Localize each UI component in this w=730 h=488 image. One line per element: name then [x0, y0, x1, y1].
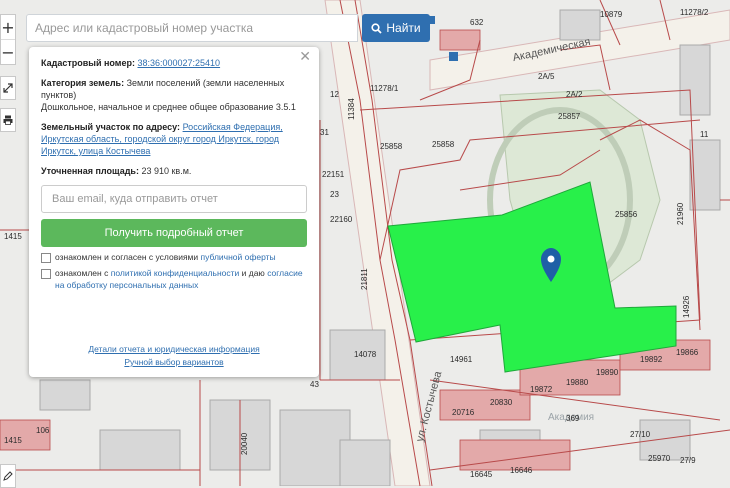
cadastral-number-link[interactable]: 38:36:000027:25410	[137, 58, 220, 68]
privacy-consent-row: ознакомлен с политикой конфиденциальност…	[41, 267, 307, 291]
parcel-number-label: 31	[320, 128, 329, 137]
parcel-number-label: 12	[330, 90, 339, 99]
parcel-number-label: 20040	[240, 432, 249, 455]
draw-tool-button[interactable]	[0, 464, 16, 488]
popup-footer-links: Детали отчета и юридическая информация Р…	[29, 343, 319, 369]
parcel-number-label: 19892	[640, 355, 663, 364]
privacy-consent-mid: и даю	[241, 268, 265, 278]
parcel-number-label: 369	[566, 414, 580, 423]
privacy-consent-text: ознакомлен с	[55, 268, 109, 278]
offer-consent-row: ознакомлен и согласен с условиями публич…	[41, 251, 307, 263]
search-button[interactable]: Найти	[362, 14, 430, 42]
cadastral-number-row: Кадастровый номер: 38:36:000027:25410	[41, 57, 307, 69]
parcel-number-label: 25858	[432, 140, 455, 149]
parcel-number-label: 20830	[490, 398, 513, 407]
parcel-number-label: 16646	[510, 466, 533, 475]
address-label: Земельный участок по адресу:	[41, 122, 181, 132]
category-label: Категория земель:	[41, 78, 125, 88]
parcel-number-label: 22160	[330, 215, 353, 224]
parcel-number-label: 14078	[354, 350, 377, 359]
parcel-number-label: 21811	[360, 268, 369, 290]
offer-consent-checkbox[interactable]	[41, 253, 51, 263]
parcel-number-label: 19880	[566, 378, 589, 387]
zoom-control: + −	[0, 14, 16, 65]
area-value: 23 910 кв.м.	[141, 166, 192, 176]
privacy-policy-link[interactable]: политикой конфиденциальности	[111, 268, 240, 278]
parcel-number-label: 2А/2	[566, 90, 583, 99]
parcel-number-label: 22151	[322, 170, 345, 179]
category-description: Дошкольное, начальное и среднее общее об…	[41, 102, 296, 112]
parcel-info-popup: ✕ Кадастровый номер: 38:36:000027:25410 …	[29, 47, 319, 377]
privacy-consent-checkbox[interactable]	[41, 269, 51, 279]
offer-consent-text: ознакомлен и согласен с условиями	[55, 252, 199, 262]
get-report-button[interactable]: Получить подробный отчет	[41, 219, 307, 247]
parcel-number-label: 25970	[648, 454, 671, 463]
parcel-number-label: 106	[36, 426, 50, 435]
parcel-number-label: 14926	[682, 295, 691, 318]
report-details-link[interactable]: Детали отчета и юридическая информация	[29, 343, 319, 356]
public-offer-link[interactable]: публичной оферты	[201, 252, 276, 262]
search-icon	[371, 22, 383, 34]
parcel-number-label: 11278/2	[680, 8, 709, 17]
parcel-number-label: 632	[470, 18, 484, 27]
search-input[interactable]	[27, 15, 357, 41]
parcel-number-label: 19890	[596, 368, 619, 377]
parcel-number-label: 23	[330, 190, 339, 199]
close-icon[interactable]: ✕	[299, 50, 311, 64]
print-icon	[3, 115, 13, 125]
parcel-number-label: 16645	[470, 470, 493, 479]
area-label: Уточненная площадь:	[41, 166, 139, 176]
parcel-number-label: 11278/1	[370, 84, 399, 93]
parcel-number-label: 11384	[347, 98, 356, 120]
search-bar	[26, 14, 358, 42]
parcel-number-label: 25856	[615, 210, 638, 219]
parcel-number-label: 27/10	[630, 430, 651, 439]
get-report-label: Получить подробный отчет	[104, 227, 244, 239]
zoom-out-button[interactable]: −	[1, 39, 15, 64]
parcel-number-label: 1415	[4, 232, 22, 241]
parcel-number-label: 25858	[380, 142, 403, 151]
print-button[interactable]	[0, 108, 16, 132]
parcel-number-label: 1415	[4, 436, 22, 445]
fullscreen-button[interactable]	[0, 76, 16, 100]
search-button-label: Найти	[386, 21, 421, 35]
address-row: Земельный участок по адресу: Российская …	[41, 121, 307, 157]
parcel-number-label: 14961	[450, 355, 473, 364]
area-row: Уточненная площадь: 23 910 кв.м.	[41, 165, 307, 177]
parcel-number-label: 27/9	[680, 456, 696, 465]
manual-selection-link[interactable]: Ручной выбор вариантов	[29, 356, 319, 369]
pencil-icon	[3, 471, 13, 481]
expand-icon	[3, 83, 13, 93]
email-field[interactable]	[41, 185, 307, 213]
parcel-number-label: 43	[310, 380, 319, 389]
parcel-number-label: 19872	[530, 385, 553, 394]
parcel-number-label: 20716	[452, 408, 475, 417]
parcel-number-label: 11	[700, 130, 709, 139]
zoom-in-button[interactable]: +	[1, 15, 15, 39]
parcel-number-label: 10879	[600, 10, 623, 19]
cadastral-label: Кадастровый номер:	[41, 58, 135, 68]
parcel-number-label: 2А/5	[538, 72, 555, 81]
category-row: Категория земель: Земли поселений (земли…	[41, 77, 307, 113]
parcel-number-label: 21960	[676, 202, 685, 225]
parcel-number-label: 25857	[558, 112, 581, 121]
parcel-number-label: 19866	[676, 348, 699, 357]
